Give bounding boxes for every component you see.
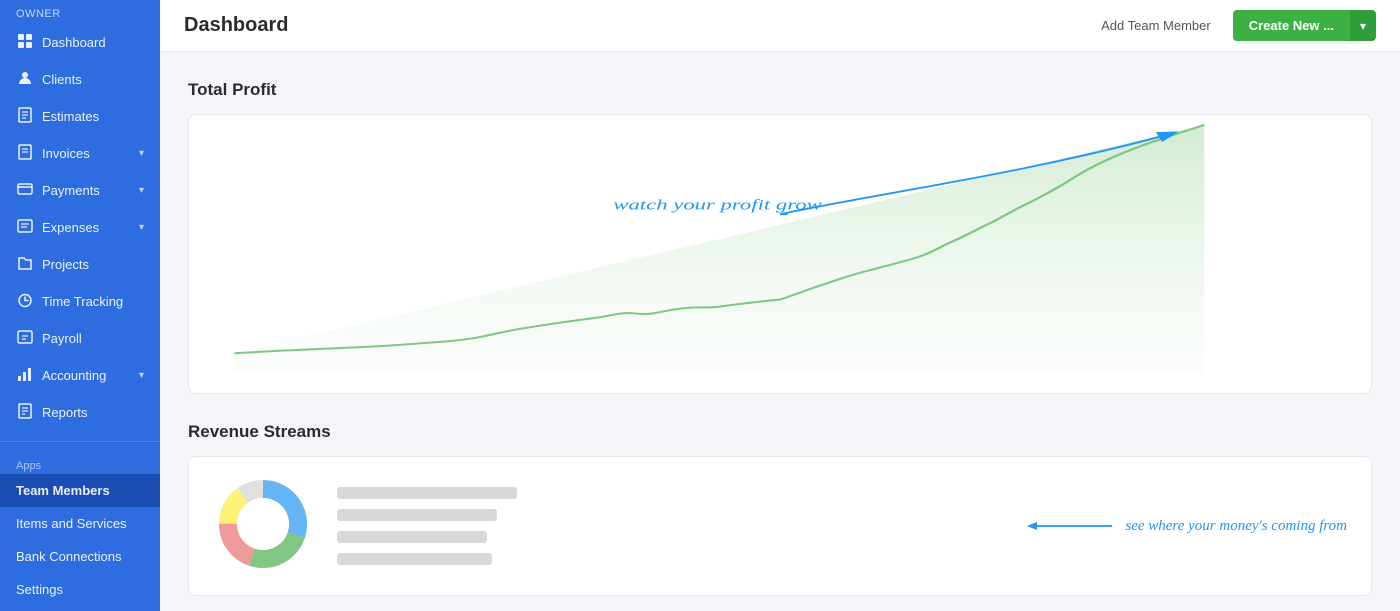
- sidebar-item-payroll-label: Payroll: [42, 331, 82, 346]
- sidebar-item-clients[interactable]: Clients: [0, 61, 160, 98]
- sidebar-item-estimates[interactable]: Estimates: [0, 98, 160, 135]
- legend-line-2: [337, 509, 497, 521]
- estimates-icon: [16, 107, 34, 126]
- sidebar-item-items-services[interactable]: Items and Services: [0, 507, 160, 540]
- payments-icon: [16, 181, 34, 200]
- sidebar: Owner Dashboard Clients Estimates Invoic…: [0, 0, 160, 611]
- sidebar-item-projects[interactable]: Projects: [0, 246, 160, 283]
- sidebar-item-time-tracking-label: Time Tracking: [42, 294, 123, 309]
- sidebar-item-team-members-label: Team Members: [16, 483, 110, 498]
- accounting-icon: [16, 366, 34, 385]
- legend-line-1: [337, 487, 517, 499]
- create-new-group: Create New ... ▾: [1233, 10, 1376, 41]
- sidebar-item-invoices[interactable]: Invoices ▾: [0, 135, 160, 172]
- accounting-chevron-icon: ▾: [139, 370, 144, 381]
- invoices-icon: [16, 144, 34, 163]
- sidebar-item-expenses-label: Expenses: [42, 220, 99, 235]
- legend-line-3: [337, 531, 487, 543]
- total-profit-section: Total Profit: [188, 80, 1372, 394]
- create-new-dropdown-button[interactable]: ▾: [1350, 10, 1376, 41]
- revenue-legend: [337, 487, 517, 565]
- sidebar-item-items-services-label: Items and Services: [16, 516, 127, 531]
- page-title: Dashboard: [184, 14, 1091, 37]
- total-profit-chart: watch your profit grow: [188, 114, 1372, 394]
- main-content: Dashboard Add Team Member Create New ...…: [160, 0, 1400, 611]
- revenue-annotation: see where your money's coming from: [1027, 516, 1347, 536]
- time-tracking-icon: [16, 292, 34, 311]
- sidebar-item-reports-label: Reports: [42, 405, 88, 420]
- sidebar-item-dashboard-label: Dashboard: [42, 35, 106, 50]
- sidebar-item-reports[interactable]: Reports: [0, 394, 160, 431]
- sidebar-item-dashboard[interactable]: Dashboard: [0, 24, 160, 61]
- sidebar-item-invoices-label: Invoices: [42, 146, 90, 161]
- sidebar-item-projects-label: Projects: [42, 257, 89, 272]
- revenue-streams-card: see where your money's coming from: [188, 456, 1372, 596]
- add-team-member-button[interactable]: Add Team Member: [1091, 12, 1221, 39]
- sidebar-bottom: f: [0, 606, 160, 611]
- sidebar-item-team-members[interactable]: Team Members: [0, 474, 160, 507]
- reports-icon: [16, 403, 34, 422]
- projects-icon: [16, 255, 34, 274]
- apps-label: Apps: [0, 450, 160, 474]
- sidebar-item-bank-connections[interactable]: Bank Connections: [0, 540, 160, 573]
- svg-text:watch your profit grow: watch your profit grow: [613, 197, 822, 213]
- sidebar-item-settings[interactable]: Settings: [0, 573, 160, 606]
- total-profit-title: Total Profit: [188, 80, 1372, 100]
- sidebar-item-clients-label: Clients: [42, 72, 82, 87]
- page-header: Dashboard Add Team Member Create New ...…: [160, 0, 1400, 52]
- revenue-annotation-text: see where your money's coming from: [1125, 518, 1347, 535]
- expenses-chevron-icon: ▾: [139, 222, 144, 233]
- clients-icon: [16, 70, 34, 89]
- sidebar-item-accounting-label: Accounting: [42, 368, 106, 383]
- dashboard-icon: [16, 33, 34, 52]
- sidebar-item-settings-label: Settings: [16, 582, 63, 597]
- sidebar-item-expenses[interactable]: Expenses ▾: [0, 209, 160, 246]
- content-area: Total Profit: [160, 52, 1400, 611]
- payments-chevron-icon: ▾: [139, 185, 144, 196]
- sidebar-item-estimates-label: Estimates: [42, 109, 99, 124]
- legend-line-4: [337, 553, 492, 565]
- sidebar-item-time-tracking[interactable]: Time Tracking: [0, 283, 160, 320]
- payroll-icon: [16, 329, 34, 348]
- revenue-streams-title: Revenue Streams: [188, 422, 1372, 442]
- owner-label: Owner: [0, 0, 160, 24]
- sidebar-item-accounting[interactable]: Accounting ▾: [0, 357, 160, 394]
- revenue-arrow-icon: [1027, 516, 1117, 536]
- donut-chart: [213, 474, 313, 579]
- sidebar-item-payments[interactable]: Payments ▾: [0, 172, 160, 209]
- invoices-chevron-icon: ▾: [139, 148, 144, 159]
- create-new-button[interactable]: Create New ...: [1233, 10, 1350, 41]
- sidebar-item-payroll[interactable]: Payroll: [0, 320, 160, 357]
- sidebar-item-bank-connections-label: Bank Connections: [16, 549, 122, 564]
- sidebar-item-payments-label: Payments: [42, 183, 100, 198]
- expenses-icon: [16, 218, 34, 237]
- revenue-streams-section: Revenue Streams: [188, 422, 1372, 596]
